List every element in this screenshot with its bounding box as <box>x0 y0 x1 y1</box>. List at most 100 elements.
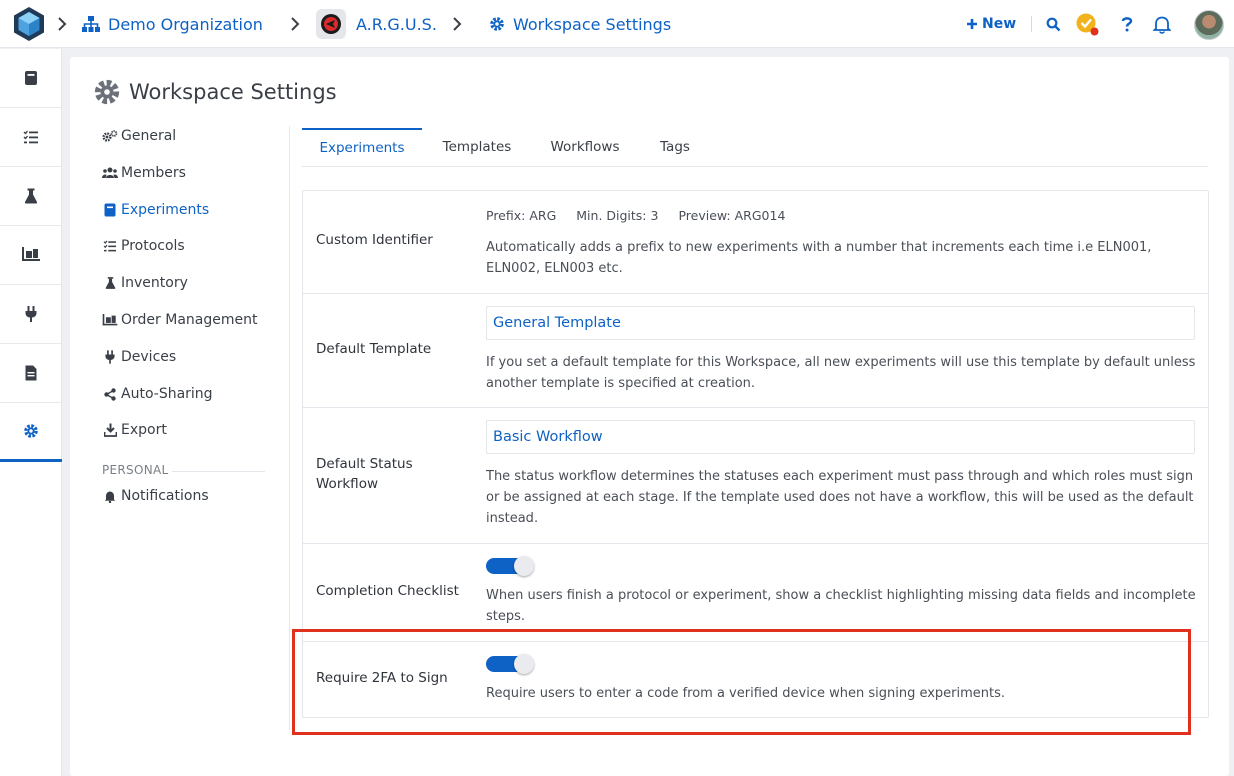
settings-menu-inventory[interactable]: Inventory <box>102 272 188 294</box>
plus-icon <box>967 19 977 29</box>
highlight-box <box>292 629 1191 735</box>
settings-menu-order-management-label: Order Management <box>121 312 258 328</box>
section-divider <box>172 471 265 472</box>
notifications-button[interactable] <box>1153 0 1171 48</box>
default-template-value: General Template <box>493 315 621 331</box>
default-template-select[interactable]: General Template <box>486 306 1195 340</box>
identifier-prefix: Prefix: ARG <box>486 207 557 223</box>
page-title: Workspace Settings <box>93 76 337 108</box>
row-divider <box>303 543 1208 544</box>
identifier-preview: Preview: ARG014 <box>678 207 786 223</box>
settings-menu-protocols-label: Protocols <box>121 238 185 254</box>
project-logo-icon <box>316 9 346 39</box>
check-badge-icon <box>1076 13 1099 36</box>
settings-menu-notifications[interactable]: Notifications <box>102 485 209 507</box>
settings-menu-devices[interactable]: Devices <box>102 346 176 368</box>
settings-icon <box>24 424 38 438</box>
nav-documents[interactable] <box>0 344 62 403</box>
users-icon <box>102 167 118 179</box>
user-avatar[interactable] <box>1194 10 1224 40</box>
app-logo-icon[interactable] <box>12 6 46 42</box>
custom-identifier-label: Custom Identifier <box>316 232 433 248</box>
settings-menu-experiments[interactable]: Experiments <box>102 199 209 221</box>
personal-section-label: PERSONAL <box>102 463 169 477</box>
bell-icon <box>102 490 118 503</box>
pallet-icon <box>22 247 40 261</box>
tab-tags[interactable]: Tags <box>650 128 700 166</box>
breadcrumb-page-label: Workspace Settings <box>513 14 672 34</box>
notebook-icon <box>25 71 37 85</box>
gears-icon <box>102 129 118 143</box>
help-button[interactable] <box>1121 0 1133 48</box>
checklist-icon <box>23 130 38 144</box>
gear-icon <box>93 78 121 106</box>
download-icon <box>102 423 118 437</box>
default-status-workflow-label: Default Status Workflow <box>316 456 413 492</box>
nav-protocols[interactable] <box>0 108 62 167</box>
checklist-icon <box>102 240 118 252</box>
tab-templates[interactable]: Templates <box>432 128 522 166</box>
nav-settings[interactable] <box>0 403 62 462</box>
row-divider <box>303 407 1208 408</box>
tab-workflows[interactable]: Workflows <box>542 128 628 166</box>
sitemap-icon <box>82 16 100 32</box>
breadcrumb-organization-label: Demo Organization <box>108 14 263 34</box>
tab-templates-label: Templates <box>442 139 512 155</box>
status-check-button[interactable] <box>1075 0 1099 48</box>
identifier-min-digits: Min. Digits: 3 <box>576 207 659 223</box>
new-button-label: New <box>982 16 1017 32</box>
share-icon <box>102 387 118 401</box>
tab-workflows-label: Workflows <box>550 139 620 155</box>
flask-icon <box>102 276 118 290</box>
breadcrumb-project[interactable]: A.R.G.U.S. <box>316 0 437 48</box>
default-workflow-value: Basic Workflow <box>493 429 603 445</box>
tabs-underline <box>302 166 1208 167</box>
default-template-description: If you set a default template for this W… <box>486 355 1196 391</box>
chevron-right-icon <box>58 17 67 31</box>
nav-orders[interactable] <box>0 226 62 285</box>
nav-devices[interactable] <box>0 285 62 344</box>
settings-menu-export[interactable]: Export <box>102 419 167 441</box>
top-bar: Demo Organization A.R.G.U.S. Workspace S… <box>0 0 1234 48</box>
settings-menu-divider <box>289 126 290 730</box>
left-nav <box>0 49 62 776</box>
settings-menu-members-label: Members <box>121 165 186 181</box>
book-icon <box>102 203 118 217</box>
settings-menu-general[interactable]: General <box>102 125 176 147</box>
settings-menu-order-management[interactable]: Order Management <box>102 309 257 331</box>
gear-icon <box>489 16 505 32</box>
settings-menu-auto-sharing[interactable]: Auto-Sharing <box>102 383 213 405</box>
breadcrumb-project-label: A.R.G.U.S. <box>356 14 437 34</box>
pallet-icon <box>102 313 118 327</box>
custom-identifier-description: Automatically adds a prefix to new exper… <box>486 240 1152 276</box>
completion-checklist-toggle[interactable] <box>486 556 534 576</box>
nav-inventory[interactable] <box>0 167 62 226</box>
settings-menu-general-label: General <box>121 128 177 144</box>
tab-experiments[interactable]: Experiments <box>302 128 422 166</box>
completion-checklist-label: Completion Checklist <box>316 583 459 599</box>
new-button[interactable]: New <box>966 0 1016 48</box>
row-divider <box>303 293 1208 294</box>
default-template-label: Default Template <box>316 341 432 357</box>
nav-notebook[interactable] <box>0 49 62 108</box>
settings-menu-protocols[interactable]: Protocols <box>102 235 185 257</box>
settings-menu-experiments-label: Experiments <box>121 202 210 218</box>
flask-icon <box>24 188 38 204</box>
settings-menu-export-label: Export <box>121 422 167 438</box>
settings-menu-members[interactable]: Members <box>102 162 186 184</box>
search-button[interactable] <box>1046 0 1061 48</box>
settings-menu-auto-sharing-label: Auto-Sharing <box>121 386 213 402</box>
breadcrumb-organization[interactable]: Demo Organization <box>82 0 263 48</box>
completion-checklist-description: When users finish a protocol or experime… <box>486 588 1196 624</box>
default-workflow-select[interactable]: Basic Workflow <box>486 420 1195 454</box>
settings-menu-notifications-label: Notifications <box>121 488 209 504</box>
toggle-knob <box>514 556 534 576</box>
help-icon <box>1121 17 1133 32</box>
tab-tags-label: Tags <box>660 139 690 155</box>
breadcrumb-page[interactable]: Workspace Settings <box>489 0 671 48</box>
custom-identifier-summary[interactable]: Prefix: ARG Min. Digits: 3 Preview: ARG0… <box>486 205 805 225</box>
default-status-workflow-description: The status workflow determines the statu… <box>486 469 1194 526</box>
settings-menu-devices-label: Devices <box>121 349 177 365</box>
plug-icon <box>25 306 37 322</box>
header-divider <box>1031 16 1032 32</box>
